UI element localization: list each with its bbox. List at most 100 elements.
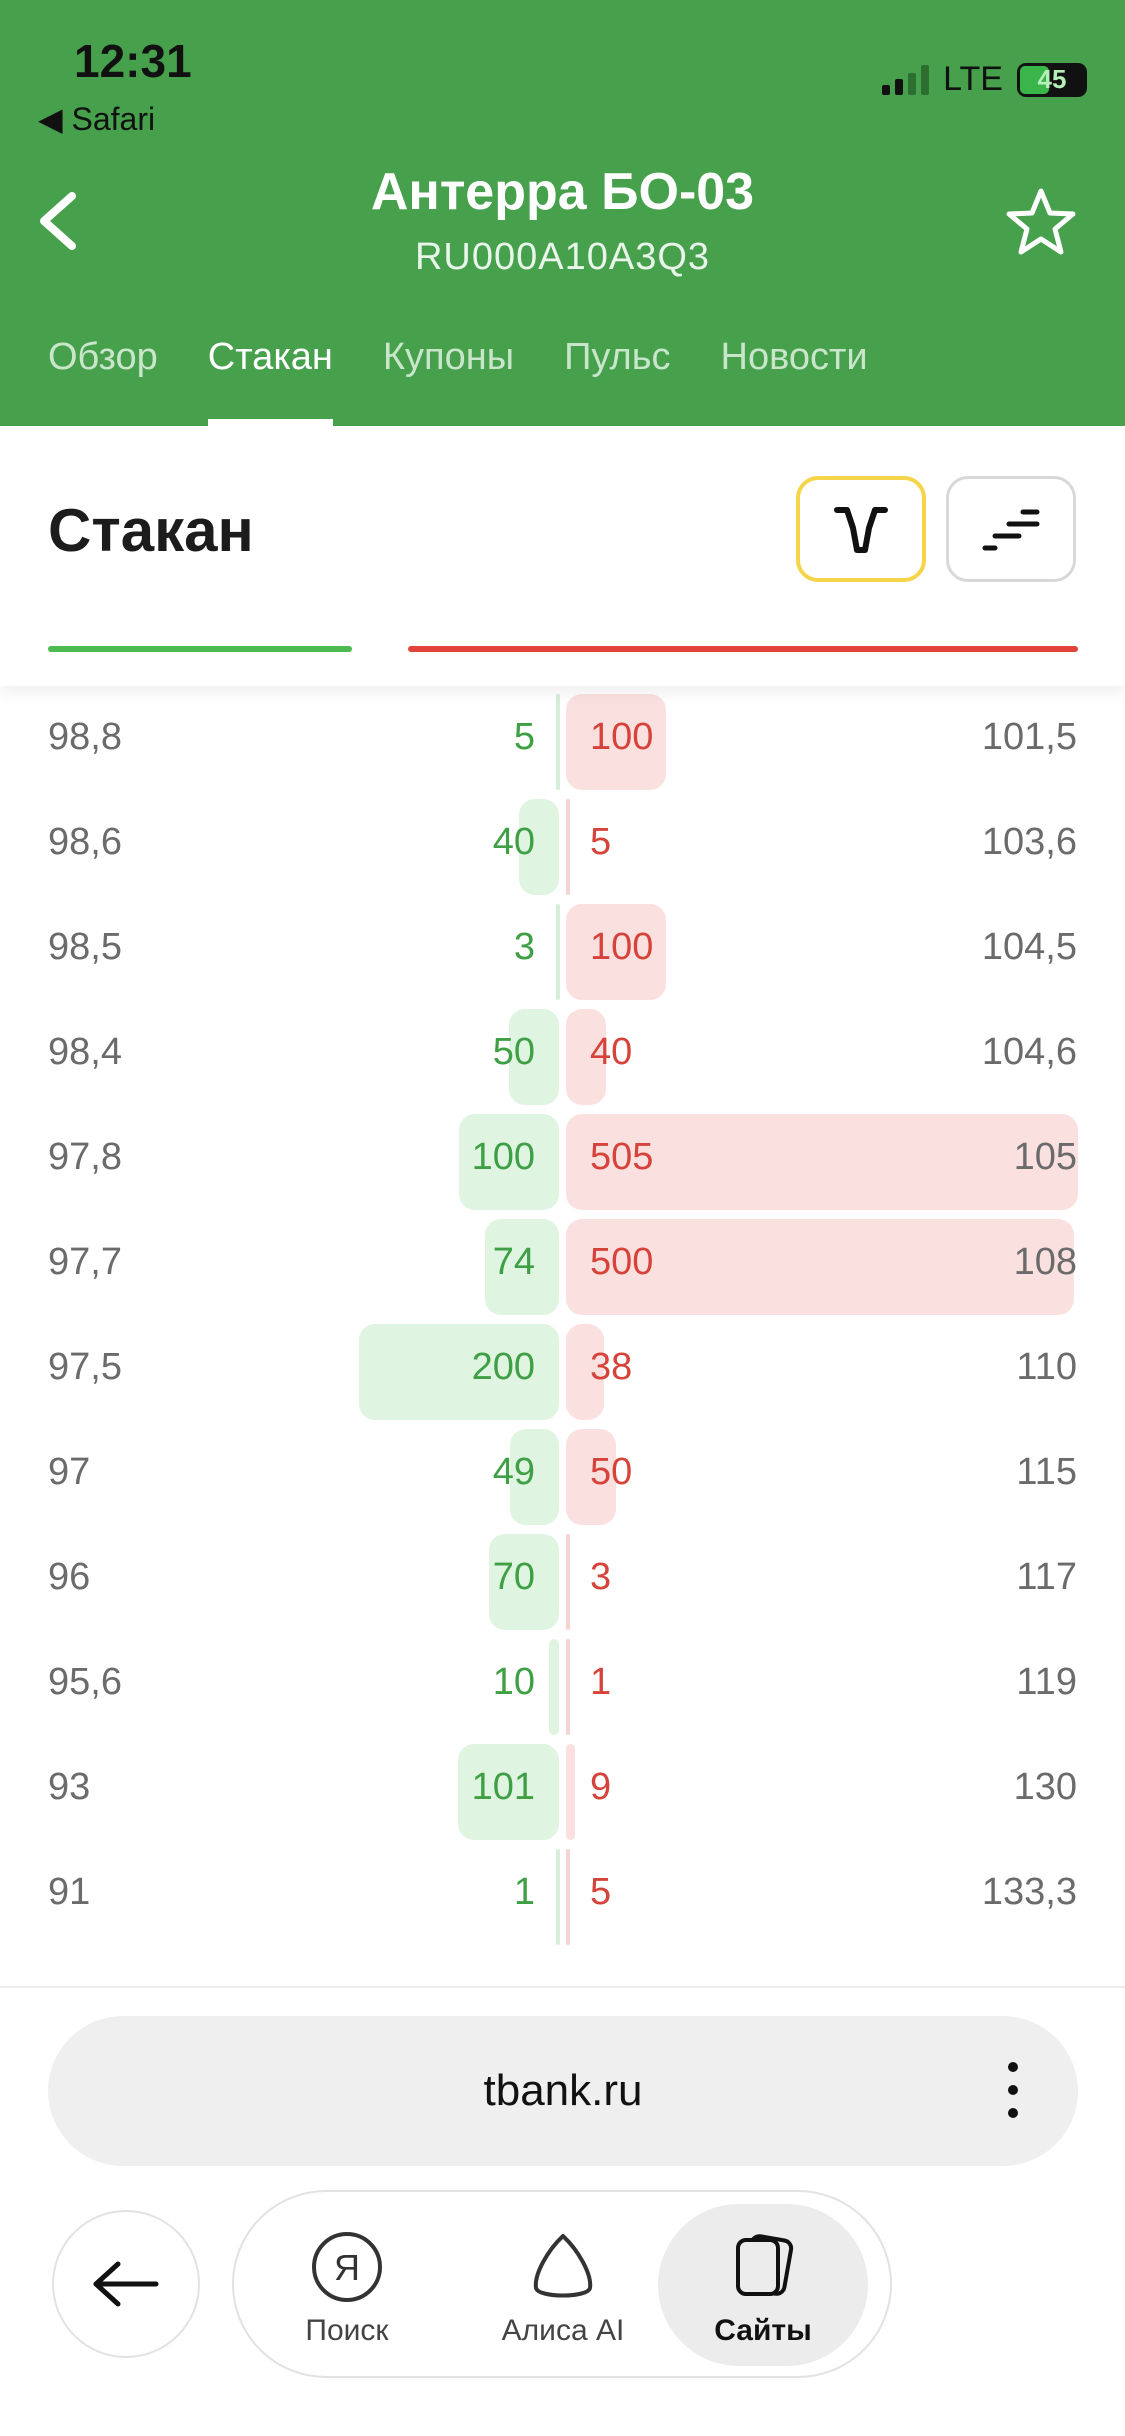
nav-label: Сайты: [714, 2314, 812, 2347]
ask-price[interactable]: 117: [1016, 1556, 1077, 1599]
tab-pulse[interactable]: Пульс: [564, 336, 670, 426]
ask-price[interactable]: 119: [1016, 1661, 1077, 1704]
order-book-header: Стакан: [0, 426, 1125, 686]
status-time: 12:31: [74, 35, 192, 87]
list-view-button[interactable]: [946, 476, 1076, 582]
bid-qty: 74: [492, 1241, 535, 1283]
bid-price[interactable]: 98,5: [48, 926, 122, 969]
order-row: 97,7 74 500 108: [0, 1211, 1125, 1316]
ask-qty: 100: [590, 926, 654, 968]
browser-toolbar: tbank.ru Я Поиск Алиса AI Сайты: [0, 1986, 1125, 2436]
arrow-left-icon: [93, 2261, 159, 2307]
order-book[interactable]: 98,8 5 100 101,5 98,6 40 5 103,6 98,5 3 …: [0, 686, 1125, 1986]
bid-price[interactable]: 98,4: [48, 1031, 122, 1074]
ask-price[interactable]: 130: [1014, 1766, 1077, 1809]
ask-price[interactable]: 104,6: [982, 1031, 1077, 1074]
nav-alice[interactable]: Алиса AI: [458, 2204, 668, 2366]
battery-level: 45: [1037, 64, 1067, 94]
ask-volume-line: [408, 646, 1078, 652]
bid-qty: 70: [492, 1556, 535, 1598]
app-frame: 12:31 ◀ Safari LTE 45 Антерра БО-03 RU00…: [0, 0, 1125, 2436]
bid-price[interactable]: 96: [48, 1556, 90, 1599]
tab-coupons[interactable]: Купоны: [383, 336, 514, 426]
ask-bar: [566, 1534, 570, 1630]
ask-price[interactable]: 110: [1016, 1346, 1077, 1389]
nav-sites[interactable]: Сайты: [658, 2204, 868, 2366]
bid-qty: 200: [471, 1346, 535, 1388]
bid-qty: 1: [513, 1871, 535, 1913]
tab-news[interactable]: Новости: [721, 336, 868, 426]
bid-price[interactable]: 93: [48, 1766, 90, 1809]
more-menu-icon[interactable]: [1008, 2062, 1018, 2118]
depth-chart-icon: [834, 507, 888, 553]
svg-text:Я: Я: [334, 2247, 360, 2288]
isin-code: RU000A10A3Q3: [414, 236, 711, 278]
depth-view-button[interactable]: [796, 476, 926, 582]
signal-icon: [882, 64, 930, 95]
bid-qty: 101: [471, 1766, 535, 1808]
bid-price[interactable]: 97,7: [48, 1241, 122, 1284]
ask-qty: 40: [590, 1031, 633, 1073]
order-row: 98,8 5 100 101,5: [0, 686, 1125, 791]
ask-qty: 1: [590, 1661, 612, 1703]
ask-qty: 505: [590, 1136, 654, 1178]
back-to-app-link[interactable]: ◀ Safari: [38, 100, 155, 138]
tab-bar: Обзор Стакан Купоны Пульс Новости: [48, 336, 868, 426]
bid-qty: 49: [492, 1451, 535, 1493]
ask-price[interactable]: 108: [1014, 1241, 1077, 1284]
bid-price[interactable]: 97,8: [48, 1136, 122, 1179]
bid-price[interactable]: 98,6: [48, 821, 122, 864]
nav-label: Поиск: [305, 2314, 389, 2347]
bid-qty: 50: [492, 1031, 535, 1073]
nav-label: Алиса AI: [501, 2314, 625, 2347]
order-row: 98,5 3 100 104,5: [0, 896, 1125, 1001]
bid-qty: 3: [513, 926, 535, 968]
header: 12:31 ◀ Safari LTE 45 Антерра БО-03 RU00…: [0, 0, 1125, 426]
bid-bar: [556, 694, 560, 790]
address-bar[interactable]: tbank.ru: [48, 2016, 1078, 2166]
page-title: Антерра БО-03: [370, 163, 755, 221]
bid-bar: [549, 1639, 559, 1735]
browser-nav-pill: Я Поиск Алиса AI Сайты: [232, 2190, 892, 2378]
bid-bar: [556, 1849, 560, 1945]
bid-price[interactable]: 97: [48, 1451, 90, 1494]
ask-qty: 50: [590, 1451, 633, 1493]
ask-qty: 5: [590, 1871, 612, 1913]
trades-list-icon: [982, 509, 1040, 551]
bid-volume-line: [48, 646, 352, 652]
order-row: 91 1 5 133,3: [0, 1841, 1125, 1946]
order-row: 98,6 40 5 103,6: [0, 791, 1125, 896]
bid-price[interactable]: 91: [48, 1871, 90, 1914]
alice-icon: [533, 2234, 593, 2298]
bid-price[interactable]: 98,8: [48, 716, 122, 759]
ask-qty: 5: [590, 821, 612, 863]
network-label: LTE: [943, 60, 1003, 98]
tab-overview[interactable]: Обзор: [48, 336, 158, 426]
ask-bar: [566, 1639, 570, 1735]
bid-qty: 100: [471, 1136, 535, 1178]
bid-qty: 5: [513, 716, 535, 758]
ask-price[interactable]: 103,6: [982, 821, 1077, 864]
ask-price[interactable]: 133,3: [982, 1871, 1077, 1914]
order-row: 97,5 200 38 110: [0, 1316, 1125, 1421]
bid-price[interactable]: 95,6: [48, 1661, 122, 1704]
ask-bar: [566, 799, 570, 895]
ask-qty: 500: [590, 1241, 654, 1283]
ask-price[interactable]: 105: [1014, 1136, 1077, 1179]
star-favorite-icon[interactable]: [1005, 186, 1077, 258]
ask-price[interactable]: 115: [1016, 1451, 1077, 1494]
ask-price[interactable]: 104,5: [982, 926, 1077, 969]
order-row: 97 49 50 115: [0, 1421, 1125, 1526]
ask-bar: [566, 1744, 575, 1840]
nav-search[interactable]: Я Поиск: [242, 2204, 452, 2366]
tabs-icon: [736, 2234, 794, 2296]
order-row: 96 70 3 117: [0, 1526, 1125, 1631]
order-row: 95,6 10 1 119: [0, 1631, 1125, 1736]
bid-qty: 10: [492, 1661, 535, 1703]
ask-price[interactable]: 101,5: [982, 716, 1077, 759]
bid-price[interactable]: 97,5: [48, 1346, 122, 1389]
section-title: Стакан: [48, 497, 254, 564]
tab-order-book[interactable]: Стакан: [207, 336, 334, 426]
ask-qty: 100: [590, 716, 654, 758]
browser-back-button[interactable]: [52, 2210, 200, 2358]
